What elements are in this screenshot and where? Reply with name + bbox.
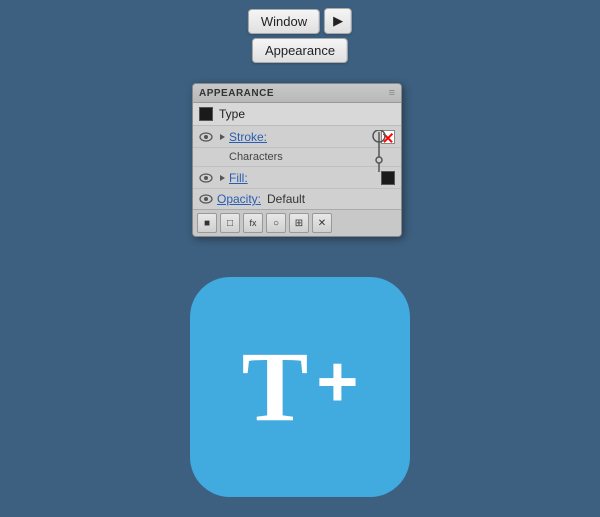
characters-section: Characters <box>193 148 401 167</box>
stroke-label[interactable]: Stroke: <box>229 130 381 144</box>
fill-expand-icon[interactable] <box>217 173 227 183</box>
characters-row: Characters <box>193 148 401 166</box>
characters-label: Characters <box>229 151 283 163</box>
toolbar-row-2: Appearance <box>252 38 348 63</box>
panel-title: APPEARANCE <box>199 88 274 99</box>
appearance-button[interactable]: Appearance <box>252 38 348 63</box>
fill-label[interactable]: Fill: <box>229 171 377 185</box>
window-button[interactable]: Window <box>248 9 320 34</box>
arrow-button[interactable]: ▶ <box>324 8 352 34</box>
fill-visibility-icon[interactable] <box>199 171 213 185</box>
opacity-label[interactable]: Opacity: <box>217 192 261 206</box>
panel-tool-fx[interactable]: fx <box>243 213 263 233</box>
stroke-expand-icon[interactable] <box>217 132 227 142</box>
icon-content: T + <box>242 337 359 437</box>
panel-titlebar[interactable]: APPEARANCE ≡ <box>193 84 401 103</box>
app-icon: T + <box>190 277 410 497</box>
panel-bottom-toolbar: ■ □ fx ○ ⊞ ✕ <box>193 209 401 236</box>
icon-plus: + <box>316 346 358 418</box>
stroke-visibility-icon[interactable] <box>199 130 213 144</box>
panel-tool-delete[interactable]: ✕ <box>312 213 332 233</box>
panel-row-opacity[interactable]: Opacity: Default <box>193 189 401 209</box>
type-label: Type <box>219 107 245 121</box>
appearance-panel: APPEARANCE ≡ Type Stroke: Characters <box>192 83 402 237</box>
icon-letter-t: T <box>242 337 309 437</box>
panel-tool-clear[interactable]: ○ <box>266 213 286 233</box>
stroke-target-indicator <box>367 130 391 174</box>
panel-row-type: Type <box>193 103 401 126</box>
panel-tool-stroke[interactable]: □ <box>220 213 240 233</box>
type-swatch <box>199 107 213 121</box>
panel-tool-fill[interactable]: ■ <box>197 213 217 233</box>
opacity-visibility-icon[interactable] <box>199 192 213 206</box>
opacity-value: Default <box>267 192 305 206</box>
top-toolbar: Window ▶ Appearance <box>248 8 352 63</box>
toolbar-row-1: Window ▶ <box>248 8 352 34</box>
panel-tool-duplicate[interactable]: ⊞ <box>289 213 309 233</box>
panel-drag-handle: ≡ <box>389 87 395 99</box>
